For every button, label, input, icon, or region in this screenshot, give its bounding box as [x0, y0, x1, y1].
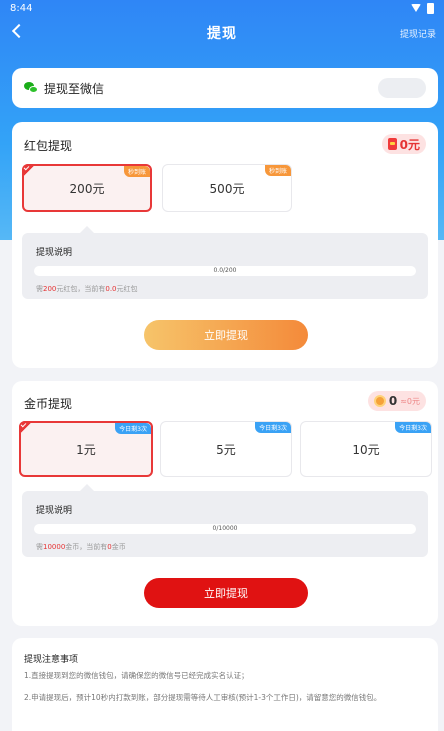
progress-text: 0.0/200 [213, 267, 237, 274]
red-packet-option-200[interactable]: 秒到账 200元 [22, 164, 152, 212]
back-arrow-icon[interactable] [11, 23, 27, 39]
coin-title: 金币提现 [24, 397, 73, 411]
nav-bar: 提现 提现记录 [0, 18, 444, 48]
coin-withdraw-button[interactable]: 立即提现 [144, 578, 308, 608]
check-corner-icon [19, 421, 33, 435]
red-packet-option-500[interactable]: 秒到账 500元 [162, 164, 292, 212]
option-badge: 今日剩3次 [395, 422, 431, 433]
notes-line-2: 2.申请提现后，预计10秒内打款到账，部分提现需等待人工审核(预计1-3个工作日… [24, 693, 382, 702]
option-badge: 秒到账 [264, 165, 291, 176]
red-packet-balance-value: 0元 [399, 137, 420, 152]
check-corner-icon [22, 164, 36, 178]
option-amount: 200元 [69, 181, 105, 196]
red-packet-card: 红包提现 0元 秒到账 200元 秒到账 500元 提现说明 0.0/200 需… [12, 122, 438, 368]
coin-requirement-note: 需10000金币，当前有0金币 [36, 543, 126, 551]
coin-option-1[interactable]: 今日剩3次 1元 [19, 421, 153, 477]
coin-option-5[interactable]: 今日剩3次 5元 [160, 421, 292, 477]
coin-progress-bar: 0/10000 [34, 524, 416, 534]
wechat-icon [24, 82, 38, 94]
coin-balance: 0 ≈0元 [367, 391, 426, 411]
status-bar: 8:44 [0, 0, 444, 16]
wechat-avatar [378, 78, 426, 98]
status-time: 8:44 [10, 2, 33, 14]
wechat-label: 提现至微信 [44, 81, 105, 96]
option-amount: 1元 [76, 442, 96, 457]
explain-title: 提现说明 [36, 506, 73, 516]
wechat-account-row[interactable]: 提现至微信 [12, 68, 438, 108]
red-packet-requirement-note: 需200元红包，当前有0.0元红包 [36, 285, 138, 293]
red-packet-progress-bar: 0.0/200 [34, 266, 416, 276]
coin-icon [373, 395, 386, 407]
coin-balance-unit: ≈0元 [400, 396, 420, 406]
explain-pointer [80, 226, 94, 233]
red-packet-explain-box: 提现说明 0.0/200 需200元红包，当前有0.0元红包 [22, 233, 428, 299]
withdraw-notes-card: 提现注意事项 1.直接提现到您的微信钱包，请确保您的微信号已经完成实名认证； 2… [12, 638, 438, 731]
option-badge: 今日剩3次 [115, 423, 151, 434]
option-badge: 秒到账 [123, 166, 150, 177]
option-badge: 今日剩3次 [255, 422, 291, 433]
withdraw-records-link[interactable]: 提现记录 [400, 27, 436, 40]
notes-line-1: 1.直接提现到您的微信钱包，请确保您的微信号已经完成实名认证； [24, 671, 249, 680]
page-title: 提现 [207, 26, 237, 42]
coin-card: 金币提现 0 ≈0元 今日剩3次 1元 今日剩3次 5元 今日剩3次 10元 提… [12, 381, 438, 626]
coin-balance-value: 0 [388, 394, 398, 408]
notes-title: 提现注意事项 [24, 655, 79, 665]
battery-icon [427, 2, 434, 14]
coin-option-10[interactable]: 今日剩3次 10元 [300, 421, 432, 477]
explain-pointer [80, 484, 94, 491]
option-amount: 10元 [352, 442, 380, 457]
wifi-icon [411, 4, 421, 12]
explain-title: 提现说明 [36, 248, 73, 258]
red-packet-withdraw-button[interactable]: 立即提现 [144, 320, 308, 350]
progress-text: 0/10000 [212, 525, 238, 532]
red-packet-balance: 0元 [381, 134, 426, 154]
red-packet-title: 红包提现 [24, 139, 73, 153]
option-amount: 5元 [216, 442, 236, 457]
red-packet-icon [387, 138, 397, 150]
coin-explain-box: 提现说明 0/10000 需10000金币，当前有0金币 [22, 491, 428, 557]
option-amount: 500元 [209, 181, 245, 196]
